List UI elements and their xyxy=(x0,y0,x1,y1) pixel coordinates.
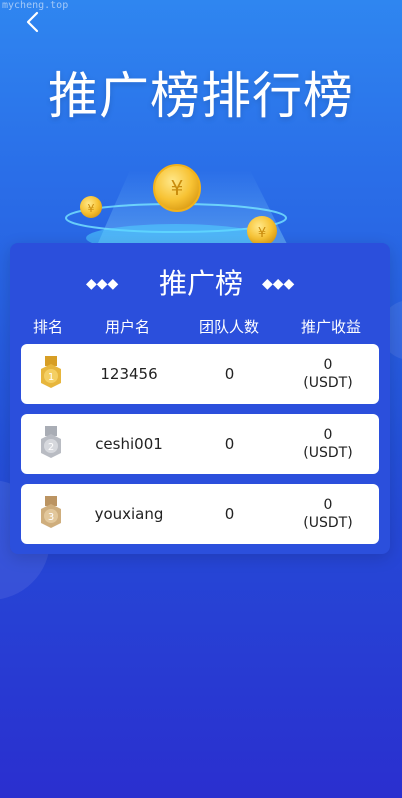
rank-number: 3 xyxy=(48,512,54,523)
table-row: 1 123456 0 0 (USDT) xyxy=(21,344,379,404)
title-decor-right: ◆◆◆ xyxy=(262,276,295,292)
team-size: 0 xyxy=(224,365,235,383)
panel-title: 推广榜 xyxy=(158,267,243,300)
column-header-username: 用户名 xyxy=(105,318,151,336)
rank-number: 1 xyxy=(48,372,54,383)
back-arrow-icon[interactable] xyxy=(22,10,46,34)
rank-number: 2 xyxy=(48,442,54,453)
page-title: 推广榜排行榜 xyxy=(48,67,354,125)
income: 0 (USDT) xyxy=(277,344,379,404)
bronze-medal-icon: 3 xyxy=(41,496,61,528)
username: 123456 xyxy=(100,365,158,383)
silver-medal-icon: 2 xyxy=(41,426,61,458)
column-header-team-size: 团队人数 xyxy=(199,318,260,336)
gold-medal-icon: 1 xyxy=(41,356,61,388)
leaderboard-page: mycheng.top 推广榜排行榜 ¥ ¥ ¥ ◆◆◆ 推广榜 ◆◆◆ 排名 … xyxy=(0,0,402,798)
column-header-income: 推广收益 xyxy=(301,318,362,336)
column-header-rank: 排名 xyxy=(33,318,64,336)
income: 0 (USDT) xyxy=(277,414,379,474)
team-size: 0 xyxy=(224,505,235,523)
income-value: 0 xyxy=(323,497,333,513)
income-unit: (USDT) xyxy=(303,445,353,461)
income-unit: (USDT) xyxy=(303,515,353,531)
username: youxiang xyxy=(94,505,164,523)
table-row: 2 ceshi001 0 0 (USDT) xyxy=(21,414,379,474)
svg-text:¥: ¥ xyxy=(88,202,95,215)
income-value: 0 xyxy=(323,357,333,373)
team-size: 0 xyxy=(224,435,235,453)
table-row: 3 youxiang 0 0 (USDT) xyxy=(21,484,379,544)
svg-text:¥: ¥ xyxy=(258,226,266,241)
income-value: 0 xyxy=(323,427,333,443)
svg-text:¥: ¥ xyxy=(171,176,184,200)
income: 0 (USDT) xyxy=(277,484,379,544)
income-unit: (USDT) xyxy=(303,375,353,391)
username: ceshi001 xyxy=(95,435,163,453)
